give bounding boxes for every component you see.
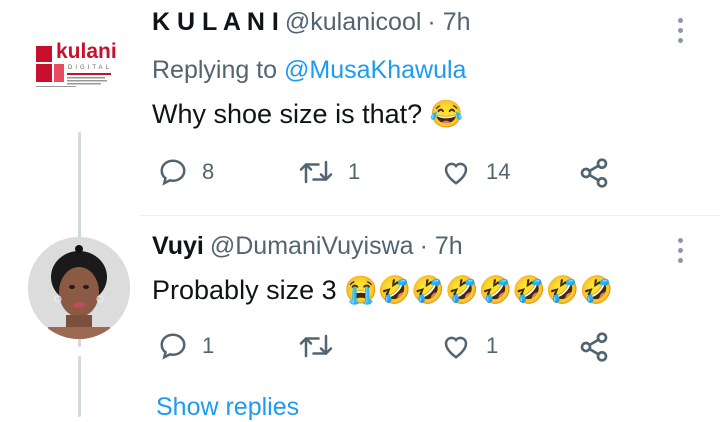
- share-icon: [580, 332, 608, 362]
- like-icon: [444, 336, 468, 359]
- reply-icon: [160, 159, 186, 186]
- vuyi-avatar[interactable]: [28, 237, 130, 339]
- tweet2-like-count: 1: [486, 333, 499, 358]
- tweet1-header: K U L A N I @kulanicool · 7h: [152, 8, 471, 37]
- tweet1-time[interactable]: · 7h: [427, 8, 470, 37]
- tweet1-name[interactable]: K U L A N I: [152, 8, 279, 37]
- tweet2-emojis: 😭🤣🤣🤣🤣🤣🤣🤣: [344, 275, 614, 305]
- tweet1-retweet-button[interactable]: 1: [298, 157, 360, 187]
- tweet1-more-icon[interactable]: [678, 18, 683, 43]
- tweet2-share-button[interactable]: [578, 331, 610, 363]
- tweet2-retweet-button[interactable]: [298, 331, 348, 361]
- tweet-divider: [140, 215, 720, 216]
- reply-icon: [160, 333, 186, 360]
- retweet-icon: [299, 334, 333, 358]
- tweet2-name[interactable]: Vuyi: [152, 232, 204, 261]
- tweet2-reply-button[interactable]: 1: [158, 331, 214, 361]
- tweet2-text-content: Probably size 3: [152, 275, 337, 305]
- tweet2-reply-count: 1: [202, 333, 215, 358]
- tweet1-reply-count: 8: [202, 159, 215, 184]
- tweet2-more-icon[interactable]: [678, 238, 683, 263]
- tweet1-text: Why shoe size is that? 😂: [152, 98, 463, 130]
- tweet1-text-content: Why shoe size is that?: [152, 99, 423, 129]
- tweet1-emojis: 😂: [429, 99, 464, 129]
- kulani-logo-avatar[interactable]: kulani DIGITAL: [22, 22, 134, 112]
- tweet1-reply-button[interactable]: 8: [158, 157, 214, 187]
- thread-line-bottom: [78, 356, 81, 417]
- svg-text:kulani: kulani: [56, 40, 117, 63]
- tweet1-like-count: 14: [486, 159, 511, 184]
- like-icon: [444, 162, 468, 185]
- tweet2-text: Probably size 3 😭🤣🤣🤣🤣🤣🤣🤣: [152, 274, 613, 306]
- tweet1-share-button[interactable]: [578, 157, 610, 189]
- share-icon: [580, 158, 608, 188]
- tweet2-handle[interactable]: @DumaniVuyiswa: [210, 232, 414, 261]
- tweet2-like-button[interactable]: 1: [440, 331, 498, 361]
- tweet2-time[interactable]: · 7h: [420, 232, 463, 261]
- reply-mention-link[interactable]: @MusaKhawula: [284, 56, 466, 84]
- tweet1-retweet-count: 1: [348, 159, 361, 184]
- tweet1-replying-to: Replying to @MusaKhawula: [152, 56, 466, 85]
- svg-text:DIGITAL: DIGITAL: [68, 65, 112, 71]
- tweet1-handle[interactable]: @kulanicool: [285, 8, 422, 37]
- tweet2-header: Vuyi @DumaniVuyiswa · 7h: [152, 232, 463, 261]
- retweet-icon: [299, 160, 333, 184]
- tweet1-like-button[interactable]: 14: [440, 157, 510, 187]
- show-replies-link[interactable]: Show replies: [156, 393, 299, 422]
- reply-prefix: Replying to: [152, 56, 278, 84]
